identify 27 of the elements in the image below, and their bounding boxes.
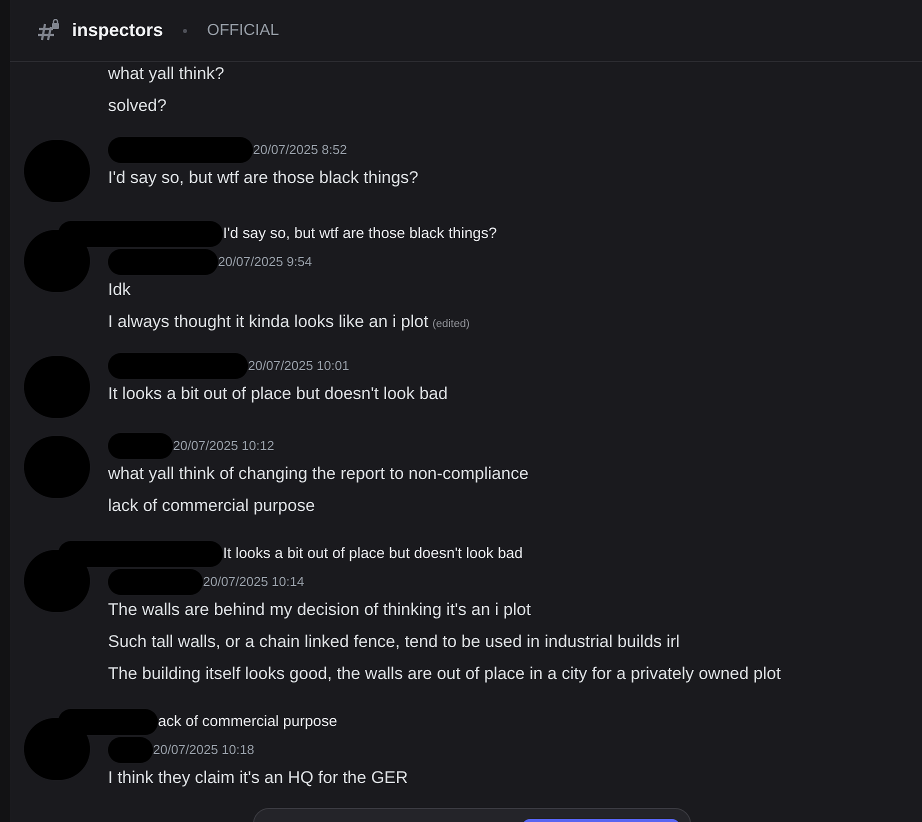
message-text: lack of commercial purpose (108, 495, 315, 517)
timestamp: 20/07/2025 9:54 (218, 253, 312, 272)
message-text: The walls are behind my decision of thinking it's an i plot (108, 599, 531, 621)
edited-label: (edited) (432, 317, 470, 332)
timestamp: 20/07/2025 10:18 (153, 741, 254, 760)
message-text: Such tall walls, or a chain linked fence, tend to be used in industrial builds irl (108, 631, 680, 653)
message-text: what yall think of changing the report to non-compliance (108, 463, 529, 485)
message-text: I always thought it kinda looks like an i plot (108, 311, 428, 333)
reply-preview[interactable]: It looks a bit out of place but doesn't look bad (223, 542, 523, 566)
timestamp: 20/07/2025 10:14 (203, 573, 304, 592)
message-text: what yall think? (108, 63, 224, 85)
channel-topic: OFFICIAL (207, 20, 280, 40)
message-text: solved? (108, 95, 167, 117)
reply-preview[interactable]: ack of commercial purpose (158, 710, 338, 734)
message-text: I'd say so, but wtf are those black things? (108, 167, 418, 189)
redaction-mark (108, 737, 153, 763)
reply-preview[interactable]: I'd say so, but wtf are those black things? (223, 222, 497, 246)
locked-channel-icon (36, 18, 60, 42)
timestamp: 20/07/2025 10:01 (248, 357, 350, 376)
message-text: It looks a bit out of place but doesn't look bad (108, 383, 448, 405)
message-text: I think they claim it's an HQ for the GER (108, 767, 408, 789)
timestamp: 20/07/2025 8:52 (253, 141, 347, 160)
redaction-mark (108, 433, 173, 459)
message-text: The building itself looks good, the walls are out of place in a city for a privately owned plot (108, 663, 781, 685)
timestamp: 20/07/2025 10:12 (173, 437, 274, 456)
channel-name: inspectors (72, 19, 164, 42)
message-text: Idk (108, 279, 131, 301)
